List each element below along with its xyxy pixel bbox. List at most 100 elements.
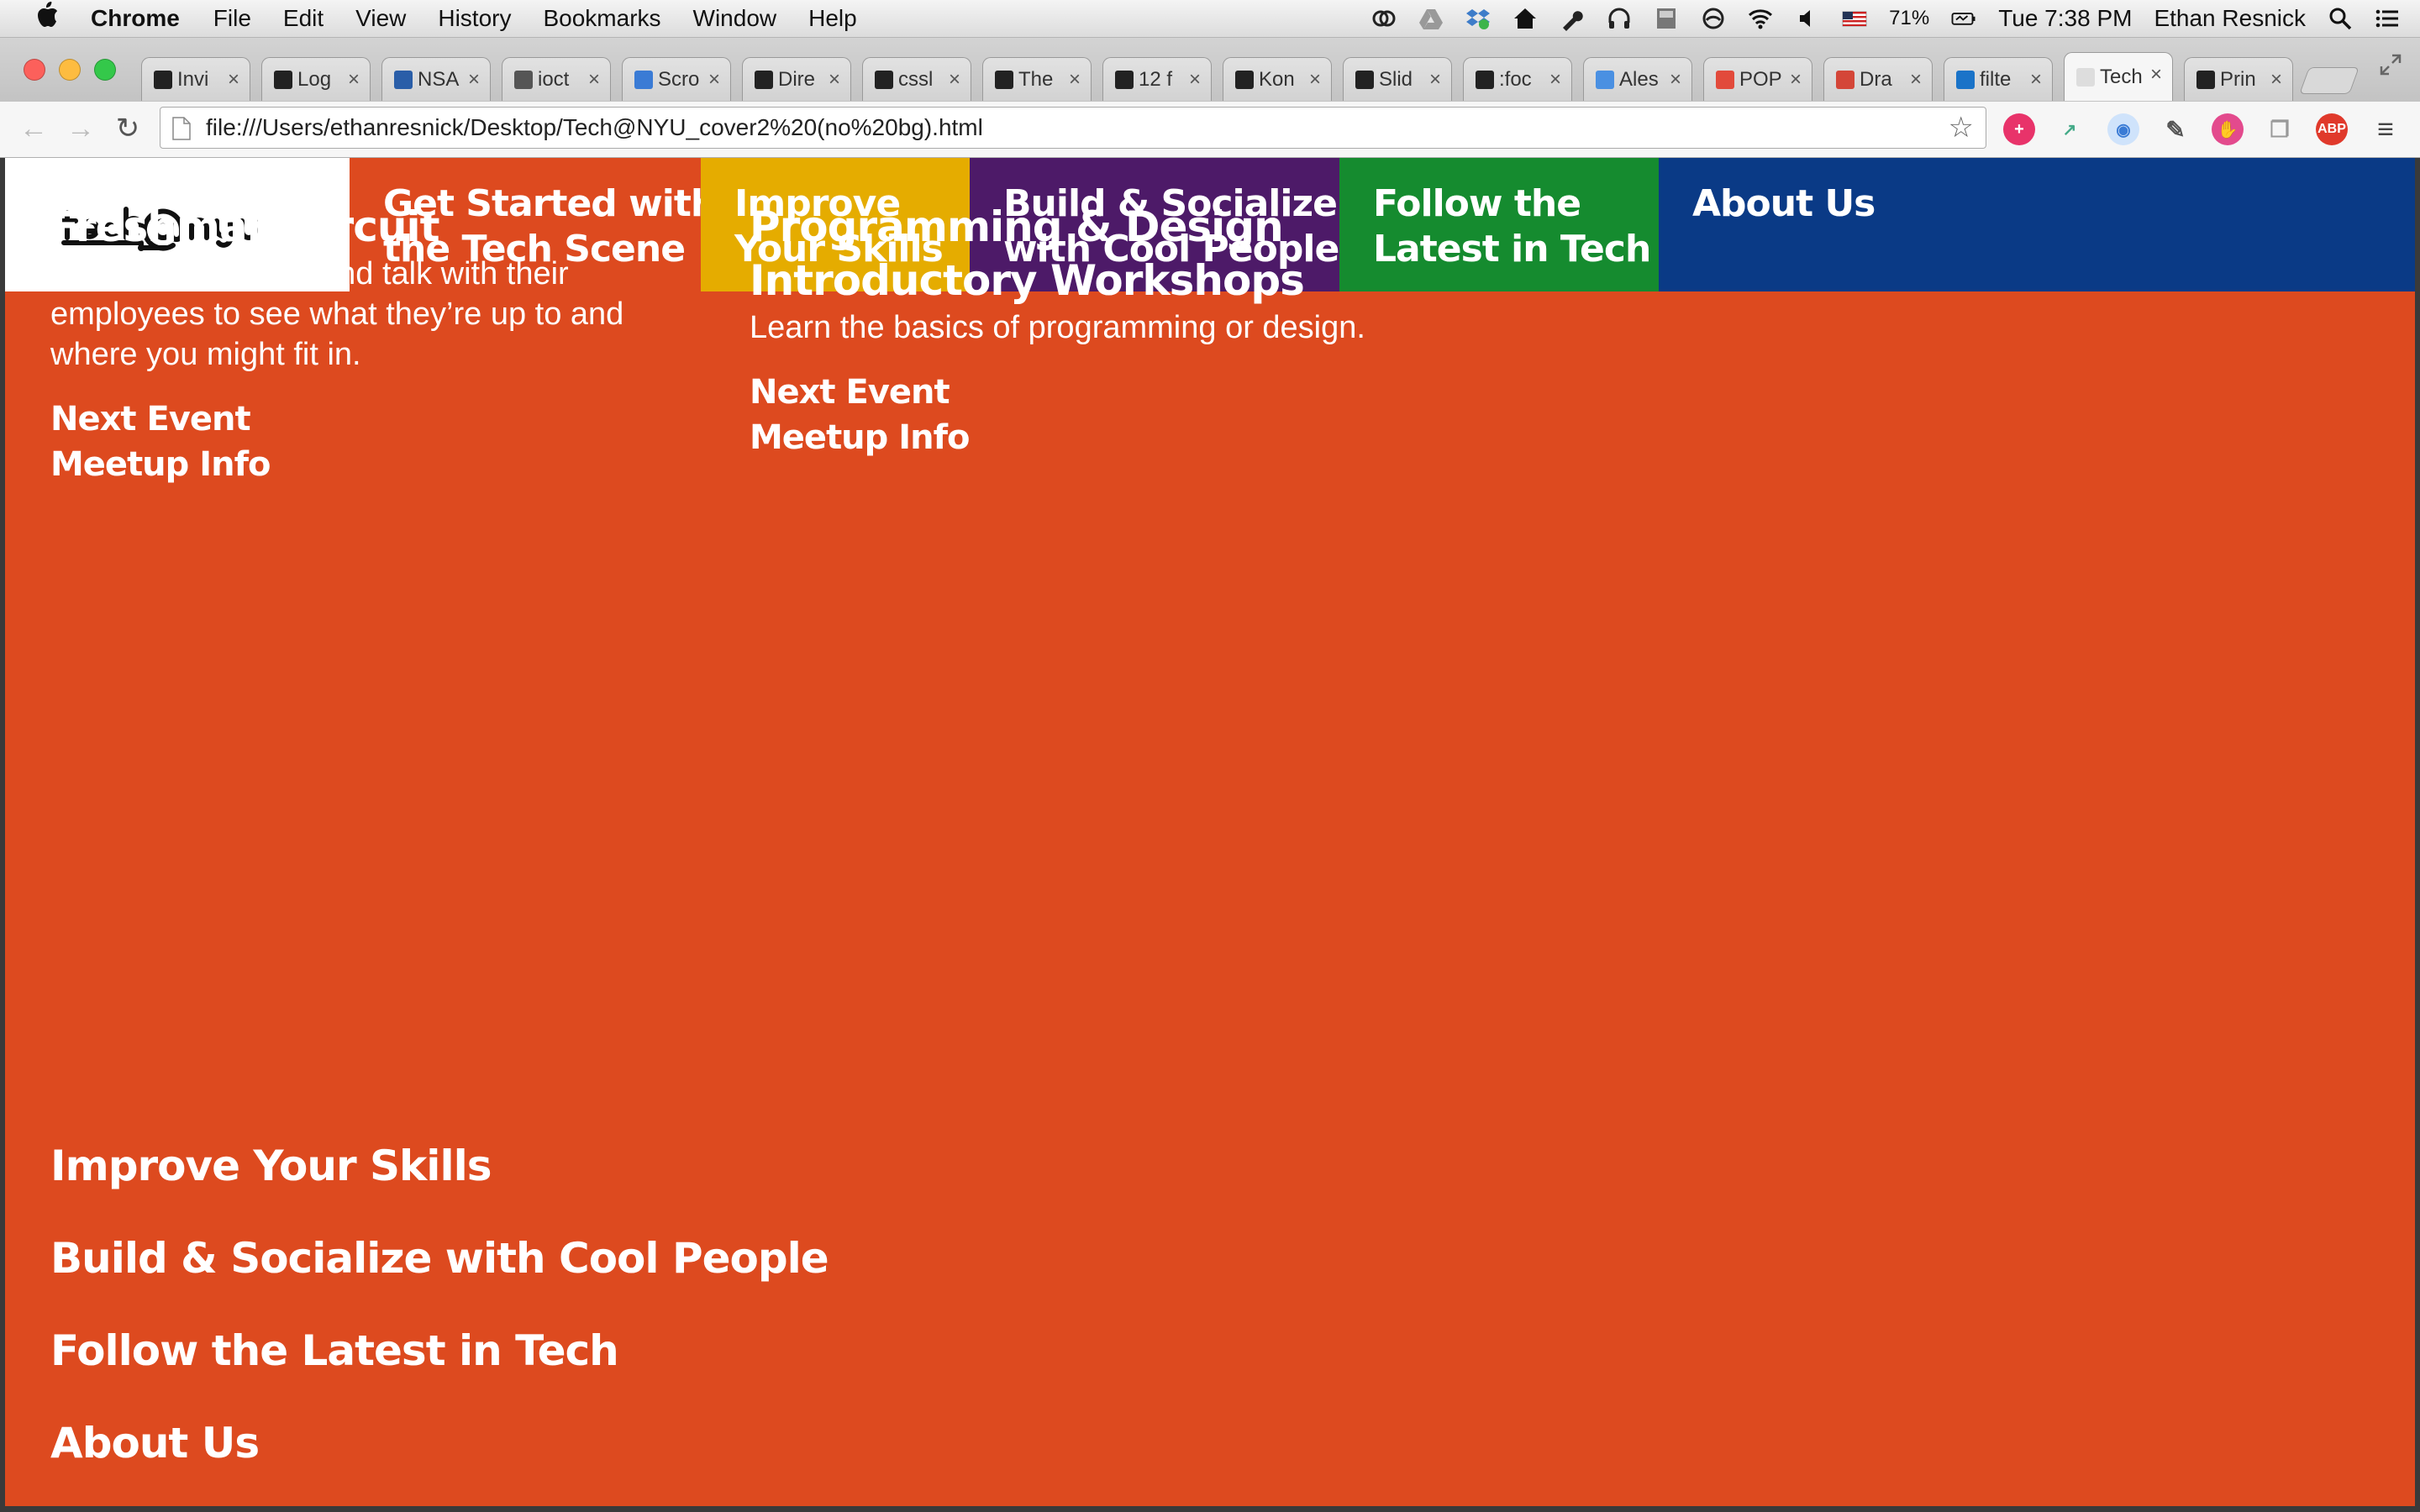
browser-tab[interactable]: Dra × — [1823, 57, 1933, 101]
google-drive-icon[interactable] — [1418, 6, 1444, 31]
bottom-link-follow-latest[interactable]: Follow the Latest in Tech — [50, 1326, 829, 1376]
close-window-button[interactable] — [24, 59, 45, 81]
browser-tab[interactable]: NSA × — [381, 57, 491, 101]
menu-window[interactable]: Window — [693, 5, 777, 32]
tab-close-icon[interactable]: × — [1910, 68, 1922, 92]
menubar-clock[interactable]: Tue 7:38 PM — [1998, 5, 2132, 32]
wrench-icon[interactable] — [1560, 6, 1585, 31]
tab-title: :foc — [1499, 67, 1532, 91]
sync-circle-icon[interactable] — [1701, 6, 1726, 31]
menu-history[interactable]: History — [438, 5, 511, 32]
address-bar[interactable]: file:///Users/ethanresnick/Desktop/Tech@… — [160, 107, 1986, 149]
forward-arrow-icon[interactable]: → — [64, 112, 97, 145]
tab-title: Prin — [2220, 67, 2256, 91]
menu-edit[interactable]: Edit — [283, 5, 324, 32]
browser-tab[interactable]: Log × — [261, 57, 371, 101]
bottom-link-build-socialize[interactable]: Build & Socialize with Cool People — [50, 1233, 829, 1284]
tab-close-icon[interactable]: × — [588, 68, 600, 92]
menu-file[interactable]: File — [213, 5, 251, 32]
extension-dot-icon[interactable]: ◉ — [2107, 113, 2139, 145]
home-icon[interactable] — [1512, 6, 1538, 31]
browser-tab[interactable]: Slid × — [1343, 57, 1452, 101]
zoom-window-button[interactable] — [94, 59, 116, 81]
chrome-menu-icon[interactable]: ≡ — [2370, 113, 2402, 145]
tab-list: Invi × Log × NSA × ioct × Scro × Dire × cssl × The × 12 … — [141, 52, 2360, 101]
tab-title: Log — [297, 67, 332, 91]
codepen-icon — [995, 70, 1013, 89]
creative-cloud-icon[interactable] — [1371, 6, 1397, 31]
browser-tab[interactable]: filte × — [1944, 57, 2053, 101]
battery-icon[interactable] — [1951, 6, 1976, 31]
minimize-window-button[interactable] — [59, 59, 81, 81]
bottom-link-about-us[interactable]: About Us — [50, 1418, 829, 1468]
wifi-icon[interactable] — [1748, 6, 1773, 31]
menu-view[interactable]: View — [355, 5, 406, 32]
browser-tab[interactable]: Prin × — [2184, 57, 2293, 101]
display-icon[interactable] — [1654, 6, 1679, 31]
next-event-link[interactable]: Next Event — [750, 370, 1506, 415]
browser-tab[interactable]: cssl × — [862, 57, 971, 101]
tab-close-icon[interactable]: × — [1189, 68, 1201, 92]
tab-close-icon[interactable]: × — [2150, 63, 2162, 87]
tab-close-icon[interactable]: × — [949, 68, 960, 92]
browser-tab[interactable]: Tech × — [2064, 52, 2173, 101]
browser-tab[interactable]: Dire × — [742, 57, 851, 101]
extension-plus-icon[interactable]: + — [2003, 113, 2035, 145]
notification-center-icon[interactable] — [2375, 6, 2400, 31]
section-title-line2: Introductory Workshops — [750, 256, 1305, 305]
extension-hand-icon[interactable]: ✋ — [2212, 113, 2244, 145]
fullscreen-icon[interactable] — [2380, 54, 2402, 76]
meetup-info-link[interactable]: Meetup Info — [50, 442, 689, 487]
tab-title: Dra — [1860, 67, 1892, 91]
adblock-icon[interactable]: ABP — [2316, 113, 2348, 145]
battery-percent[interactable]: 71% — [1889, 7, 1929, 30]
apple-menu-icon[interactable] — [30, 1, 64, 37]
new-tab-button[interactable] — [2299, 67, 2360, 94]
nav-about-us[interactable]: About Us — [1659, 158, 2415, 291]
meetup-info-link[interactable]: Meetup Info — [750, 415, 1506, 460]
dropbox-sync-icon[interactable] — [1465, 6, 1491, 31]
tab-close-icon[interactable]: × — [1309, 68, 1321, 92]
extension-doc-icon[interactable]: ❐ — [2264, 113, 2296, 145]
browser-tab[interactable]: The × — [982, 57, 1092, 101]
bookmark-star-icon[interactable]: ☆ — [1949, 111, 1974, 144]
menu-bookmarks[interactable]: Bookmarks — [543, 5, 660, 32]
codepen-icon — [1355, 70, 1374, 89]
extension-wrench-icon[interactable]: ✎ — [2160, 113, 2191, 145]
browser-tab[interactable]: :foc × — [1463, 57, 1572, 101]
back-arrow-icon[interactable]: ← — [17, 112, 50, 145]
next-event-link[interactable]: Next Event — [50, 396, 689, 442]
crane-icon — [514, 70, 533, 89]
tab-close-icon[interactable]: × — [829, 68, 840, 92]
browser-tab[interactable]: Kon × — [1223, 57, 1332, 101]
tab-close-icon[interactable]: × — [1069, 68, 1081, 92]
volume-icon[interactable] — [1795, 6, 1820, 31]
browser-tab[interactable]: Scro × — [622, 57, 731, 101]
tab-close-icon[interactable]: × — [2270, 68, 2282, 92]
window-bottom-edge — [0, 1506, 2420, 1512]
tab-close-icon[interactable]: × — [1549, 68, 1561, 92]
browser-tab[interactable]: POP × — [1703, 57, 1812, 101]
tab-close-icon[interactable]: × — [2030, 68, 2042, 92]
us-flag-icon[interactable] — [1842, 6, 1867, 31]
extension-chart-icon[interactable]: ↗ — [2054, 113, 2086, 145]
browser-tab[interactable]: 12 f × — [1102, 57, 1212, 101]
spotlight-search-icon[interactable] — [2328, 6, 2353, 31]
browser-tab[interactable]: Ales × — [1583, 57, 1692, 101]
reload-icon[interactable]: ↻ — [111, 112, 145, 145]
tab-close-icon[interactable]: × — [348, 68, 360, 92]
tab-close-icon[interactable]: × — [1429, 68, 1441, 92]
menu-help[interactable]: Help — [808, 5, 857, 32]
menu-app-chrome[interactable]: Chrome — [91, 5, 180, 32]
address-url[interactable]: file:///Users/ethanresnick/Desktop/Tech@… — [206, 114, 983, 141]
tab-close-icon[interactable]: × — [708, 68, 720, 92]
browser-tab[interactable]: ioct × — [502, 57, 611, 101]
menubar-user[interactable]: Ethan Resnick — [2154, 5, 2306, 32]
headphones-icon[interactable] — [1607, 6, 1632, 31]
tab-close-icon[interactable]: × — [468, 68, 480, 92]
browser-tab[interactable]: Invi × — [141, 57, 250, 101]
bottom-link-improve-skills[interactable]: Improve Your Skills — [50, 1141, 829, 1191]
tab-close-icon[interactable]: × — [1670, 68, 1681, 92]
tab-close-icon[interactable]: × — [228, 68, 239, 92]
tab-close-icon[interactable]: × — [1790, 68, 1802, 92]
